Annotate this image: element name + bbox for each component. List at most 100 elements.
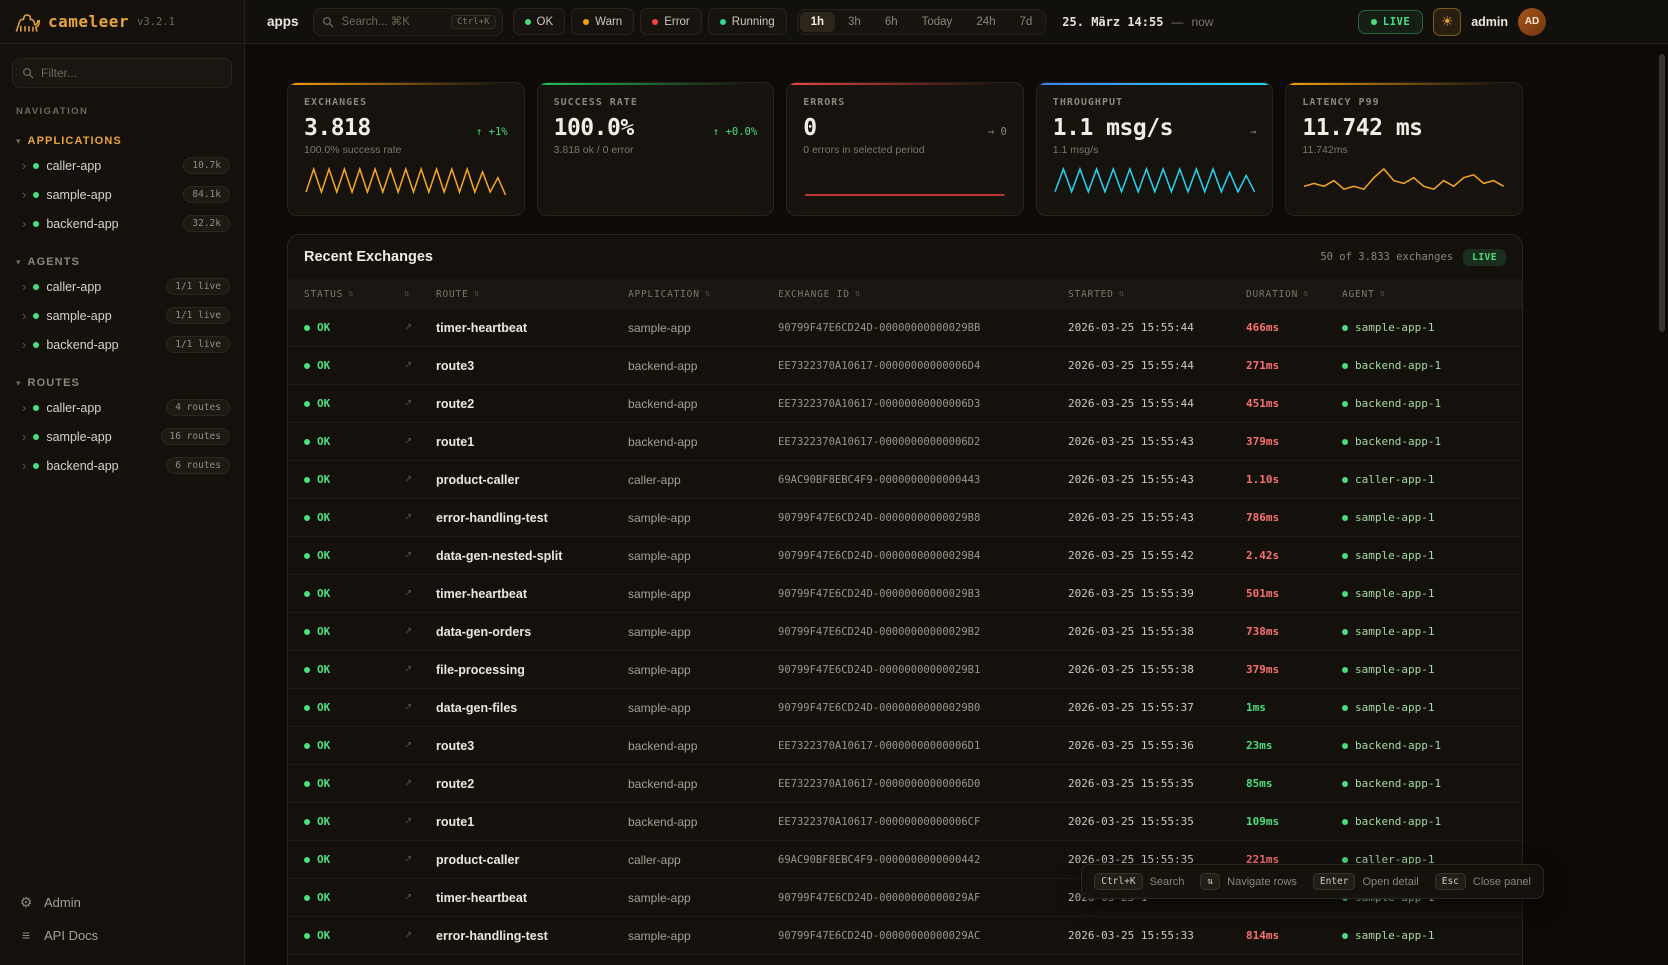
time-range-3h[interactable]: 3h bbox=[837, 12, 872, 32]
stat-card-exchanges[interactable]: EXCHANGES3.818↑ +1%100.0% success rate bbox=[287, 82, 525, 216]
column-header-expand[interactable]: ⇅ bbox=[404, 289, 436, 299]
agent-status-dot bbox=[1342, 743, 1348, 749]
exchange-row[interactable]: OK↗route2backend-appEE7322370A10617-0000… bbox=[288, 385, 1522, 423]
exchange-row[interactable]: OK↗route2backend-appEE7322370A10617-0000… bbox=[288, 765, 1522, 803]
application-name: caller-app bbox=[628, 853, 778, 867]
expand-arrow-icon[interactable]: ↗ bbox=[404, 626, 412, 637]
exchange-row[interactable]: OK↗route3backend-appEE7322370A10617-0000… bbox=[288, 727, 1522, 765]
column-header-exchange-id[interactable]: EXCHANGE ID⇅ bbox=[778, 289, 1068, 300]
status-dot bbox=[652, 19, 658, 25]
exchange-row[interactable]: OK↗error-handling-testsample-app90799F47… bbox=[288, 499, 1522, 537]
theme-toggle-button[interactable]: ☀ bbox=[1433, 8, 1461, 36]
expand-arrow-icon[interactable]: ↗ bbox=[404, 740, 412, 751]
time-range-24h[interactable]: 24h bbox=[965, 12, 1006, 32]
expand-arrow-icon[interactable]: ↗ bbox=[404, 892, 412, 903]
sidebar-item-backend-app[interactable]: ›backend-app32.2k bbox=[0, 209, 244, 238]
status-dot bbox=[304, 819, 310, 825]
sidebar-section-header[interactable]: ▾APPLICATIONS bbox=[0, 131, 244, 151]
status-label: OK bbox=[317, 853, 330, 866]
column-header-duration[interactable]: DURATION⇅ bbox=[1246, 289, 1342, 300]
expand-arrow-icon[interactable]: ↗ bbox=[404, 854, 412, 865]
exchange-row[interactable]: OK↗data-gen-nested-splitsample-app90799F… bbox=[288, 537, 1522, 575]
application-name: backend-app bbox=[628, 815, 778, 829]
exchange-row[interactable]: OK↗timer-heartbeatsample-app90799F47E6CD… bbox=[288, 575, 1522, 613]
expand-arrow-icon[interactable]: ↗ bbox=[404, 930, 412, 941]
exchange-row[interactable]: OK↗file-processingsample-app90799F47E6CD… bbox=[288, 651, 1522, 689]
sidebar-section-header[interactable]: ▾AGENTS bbox=[0, 252, 244, 272]
sidebar-section-header[interactable]: ▾ROUTES bbox=[0, 373, 244, 393]
sidebar-item-label: sample-app bbox=[46, 309, 111, 323]
sidebar-footer-admin[interactable]: ⚙Admin bbox=[0, 886, 244, 919]
stat-card-throughput[interactable]: THROUGHPUT1.1 msg/s→1.1 msg/s bbox=[1036, 82, 1274, 216]
time-range-6h[interactable]: 6h bbox=[874, 12, 909, 32]
sidebar-item-sample-app[interactable]: ›sample-app1/1 live bbox=[0, 301, 244, 330]
filter-chip-ok[interactable]: OK bbox=[513, 8, 566, 35]
column-header-application[interactable]: APPLICATION⇅ bbox=[628, 289, 778, 300]
shortcut-hint-navigate-rows: ⇅Navigate rows bbox=[1200, 873, 1296, 890]
expand-arrow-icon[interactable]: ↗ bbox=[404, 702, 412, 713]
column-header-agent[interactable]: AGENT⇅ bbox=[1342, 289, 1506, 300]
agent-name: sample-app-1 bbox=[1355, 929, 1434, 942]
expand-arrow-icon[interactable]: ↗ bbox=[404, 816, 412, 827]
scrollbar-thumb[interactable] bbox=[1659, 54, 1665, 332]
expand-arrow-icon[interactable]: ↗ bbox=[404, 322, 412, 333]
live-badge[interactable]: LIVE bbox=[1358, 10, 1423, 34]
exchange-row[interactable]: OK↗data-gen-orderssample-app90799F47E6CD… bbox=[288, 613, 1522, 651]
expand-cell: ↗ bbox=[404, 588, 436, 599]
search-icon bbox=[322, 16, 334, 28]
filter-chip-warn[interactable]: Warn bbox=[571, 8, 634, 35]
sort-icon: ⇅ bbox=[348, 289, 354, 299]
filter-chip-error[interactable]: Error bbox=[640, 8, 702, 35]
sidebar-item-label: sample-app bbox=[46, 188, 111, 202]
stat-card-latency-p99[interactable]: LATENCY P9911.742 ms11.742ms bbox=[1285, 82, 1523, 216]
avatar[interactable]: AD bbox=[1518, 8, 1546, 36]
sidebar-item-caller-app[interactable]: ›caller-app10.7k bbox=[0, 151, 244, 180]
exchange-id: 90799F47E6CD24D-00000000000029B1 bbox=[778, 664, 1068, 676]
column-header-status[interactable]: STATUS⇅ bbox=[304, 289, 404, 300]
duration-value: 466ms bbox=[1246, 321, 1342, 334]
column-header-started[interactable]: STARTED⇅ bbox=[1068, 289, 1246, 300]
sidebar-item-caller-app[interactable]: ›caller-app1/1 live bbox=[0, 272, 244, 301]
sidebar-item-sample-app[interactable]: ›sample-app84.1k bbox=[0, 180, 244, 209]
application-name: sample-app bbox=[628, 891, 778, 905]
sidebar-item-backend-app[interactable]: ›backend-app6 routes bbox=[0, 451, 244, 480]
expand-arrow-icon[interactable]: ↗ bbox=[404, 588, 412, 599]
column-header-route[interactable]: ROUTE⇅ bbox=[436, 289, 628, 300]
sparkline-chart bbox=[1302, 164, 1506, 198]
sidebar-item-backend-app[interactable]: ›backend-app1/1 live bbox=[0, 330, 244, 359]
application-name: sample-app bbox=[628, 929, 778, 943]
expand-arrow-icon[interactable]: ↗ bbox=[404, 664, 412, 675]
sidebar-item-label: backend-app bbox=[46, 217, 118, 231]
search-input[interactable] bbox=[340, 15, 445, 29]
stat-card-errors[interactable]: ERRORS0→ 00 errors in selected period bbox=[786, 82, 1024, 216]
stat-card-success-rate[interactable]: SUCCESS RATE100.0%↑ +0.0%3.818 ok / 0 er… bbox=[537, 82, 775, 216]
sidebar-filter-input[interactable] bbox=[12, 58, 232, 88]
expand-arrow-icon[interactable]: ↗ bbox=[404, 360, 412, 371]
filter-chip-running[interactable]: Running bbox=[708, 8, 787, 35]
sidebar-footer-api-docs[interactable]: ≡API Docs bbox=[0, 919, 244, 951]
expand-arrow-icon[interactable]: ↗ bbox=[404, 474, 412, 485]
route-name: timer-heartbeat bbox=[436, 891, 628, 905]
expand-arrow-icon[interactable]: ↗ bbox=[404, 550, 412, 561]
expand-arrow-icon[interactable]: ↗ bbox=[404, 436, 412, 447]
exchange-row[interactable]: OK↗route1backend-appEE7322370A10617-0000… bbox=[288, 803, 1522, 841]
time-range-today[interactable]: Today bbox=[911, 12, 964, 32]
exchange-row[interactable]: OK↗route1backend-appEE7322370A10617-0000… bbox=[288, 423, 1522, 461]
expand-arrow-icon[interactable]: ↗ bbox=[404, 778, 412, 789]
exchange-row[interactable]: OK↗data-gen-filessample-app90799F47E6CD2… bbox=[288, 689, 1522, 727]
sidebar-item-caller-app[interactable]: ›caller-app4 routes bbox=[0, 393, 244, 422]
time-range-7d[interactable]: 7d bbox=[1009, 12, 1044, 32]
exchange-row[interactable]: OK↗error-handling-testsample-app90799F47… bbox=[288, 917, 1522, 955]
route-name: timer-heartbeat bbox=[436, 587, 628, 601]
exchange-row[interactable]: OK↗product-callercaller-app69AC90BF8EBC4… bbox=[288, 461, 1522, 499]
exchange-row[interactable]: OK↗route3backend-appEE7322370A10617-0000… bbox=[288, 347, 1522, 385]
key-chip: Ctrl+K bbox=[1094, 873, 1142, 890]
expand-arrow-icon[interactable]: ↗ bbox=[404, 512, 412, 523]
search-box[interactable]: Ctrl+K bbox=[313, 8, 503, 36]
sort-icon: ⇅ bbox=[1303, 289, 1309, 299]
time-range-1h[interactable]: 1h bbox=[800, 12, 835, 32]
sidebar-item-sample-app[interactable]: ›sample-app16 routes bbox=[0, 422, 244, 451]
exchange-row[interactable]: OK↗timer-heartbeatsample-app90799F47E6CD… bbox=[288, 309, 1522, 347]
application-name: backend-app bbox=[628, 435, 778, 449]
expand-arrow-icon[interactable]: ↗ bbox=[404, 398, 412, 409]
